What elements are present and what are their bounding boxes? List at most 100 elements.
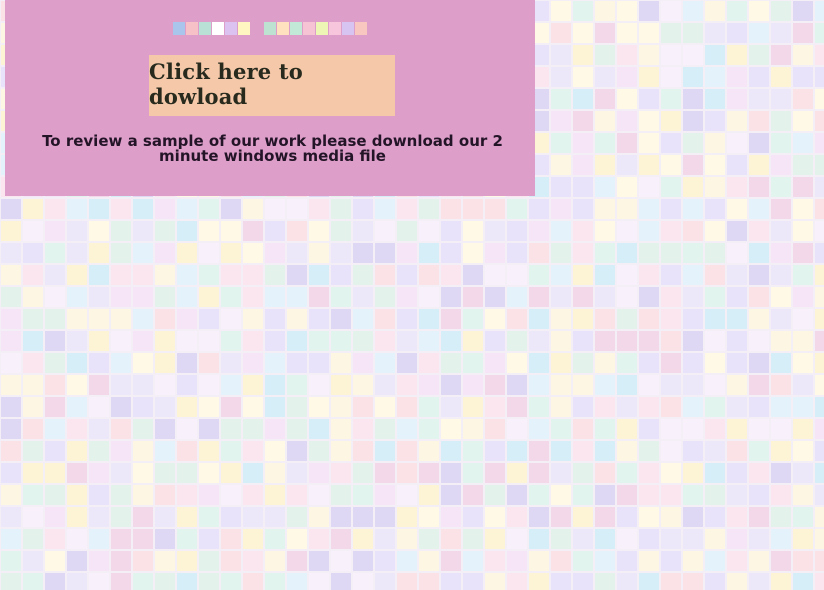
background-tile [309, 375, 329, 395]
background-tile [45, 199, 65, 219]
background-tile [683, 551, 703, 571]
background-tile [67, 463, 87, 483]
color-swatch-strip [173, 21, 368, 35]
background-tile [155, 529, 175, 549]
background-tile [309, 265, 329, 285]
background-tile [661, 221, 681, 241]
background-tile [507, 331, 527, 351]
background-tile [683, 507, 703, 527]
background-tile [265, 529, 285, 549]
background-tile [529, 221, 549, 241]
background-tile [1, 507, 21, 527]
background-tile [89, 375, 109, 395]
background-tile [397, 243, 417, 263]
background-tile [309, 441, 329, 461]
background-tile [507, 397, 527, 417]
background-tile [23, 529, 43, 549]
background-tile [573, 133, 593, 153]
background-tile [639, 221, 659, 241]
background-tile [595, 1, 615, 21]
background-tile [551, 485, 571, 505]
background-tile [89, 485, 109, 505]
background-tile [793, 243, 813, 263]
download-button[interactable]: Click here to dowload [149, 55, 395, 116]
background-tile [133, 419, 153, 439]
background-tile [23, 309, 43, 329]
background-tile [89, 397, 109, 417]
background-tile [705, 265, 725, 285]
background-tile [793, 485, 813, 505]
background-tile [199, 375, 219, 395]
background-tile [1, 419, 21, 439]
background-tile [661, 463, 681, 483]
background-tile [661, 243, 681, 263]
color-swatch [264, 21, 276, 35]
background-tile [353, 331, 373, 351]
background-tile [771, 45, 791, 65]
background-tile [639, 485, 659, 505]
background-tile [1, 573, 21, 590]
background-tile [683, 287, 703, 307]
background-tile [1, 287, 21, 307]
background-tile [815, 45, 824, 65]
background-tile [529, 353, 549, 373]
background-tile [67, 485, 87, 505]
background-tile [199, 485, 219, 505]
background-tile [551, 111, 571, 131]
background-tile [221, 441, 241, 461]
background-tile [683, 463, 703, 483]
background-tile [551, 177, 571, 197]
background-tile [441, 441, 461, 461]
background-tile [441, 485, 461, 505]
background-tile [771, 265, 791, 285]
background-tile [221, 243, 241, 263]
background-tile [397, 485, 417, 505]
background-tile [793, 507, 813, 527]
background-tile [243, 287, 263, 307]
background-tile [815, 243, 824, 263]
background-tile [177, 309, 197, 329]
background-tile [199, 287, 219, 307]
background-tile [507, 507, 527, 527]
background-tile [705, 45, 725, 65]
background-tile [595, 331, 615, 351]
color-swatch [251, 22, 263, 35]
background-tile [243, 573, 263, 590]
background-tile [67, 573, 87, 590]
background-tile [661, 177, 681, 197]
background-tile [551, 89, 571, 109]
background-tile [705, 67, 725, 87]
background-tile [793, 1, 813, 21]
background-tile [815, 331, 824, 351]
background-tile [375, 397, 395, 417]
background-tile [463, 397, 483, 417]
background-tile [705, 287, 725, 307]
background-tile [595, 375, 615, 395]
background-tile [793, 265, 813, 285]
background-tile [683, 375, 703, 395]
background-tile [705, 155, 725, 175]
background-tile [353, 353, 373, 373]
background-tile [331, 485, 351, 505]
background-tile [683, 23, 703, 43]
background-tile [485, 375, 505, 395]
background-tile [265, 265, 285, 285]
background-tile [617, 529, 637, 549]
background-tile [419, 353, 439, 373]
color-swatch [199, 21, 211, 35]
background-tile [133, 507, 153, 527]
background-tile [551, 221, 571, 241]
background-tile [265, 463, 285, 483]
color-swatch [186, 21, 198, 35]
background-tile [133, 441, 153, 461]
background-tile [89, 507, 109, 527]
background-tile [683, 1, 703, 21]
background-tile [639, 111, 659, 131]
background-tile [617, 551, 637, 571]
background-tile [309, 199, 329, 219]
background-tile [177, 419, 197, 439]
background-tile [89, 243, 109, 263]
background-tile [1, 551, 21, 571]
background-tile [441, 199, 461, 219]
background-tile [705, 353, 725, 373]
